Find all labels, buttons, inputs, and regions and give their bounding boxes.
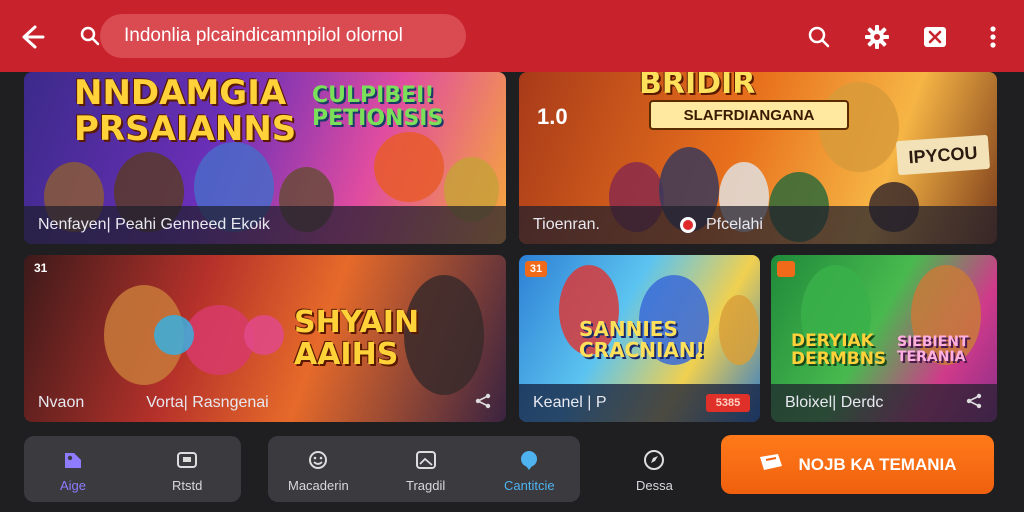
game-logo-title: SHYAIN AAIHS bbox=[294, 305, 420, 372]
image-icon bbox=[414, 448, 438, 472]
top-app-bar bbox=[0, 0, 1024, 72]
game-logo-subtitle: SIEBIENT TERANIA bbox=[897, 334, 969, 365]
nav-item-dessa[interactable]: Dessa bbox=[636, 448, 673, 493]
close-button[interactable] bbox=[918, 20, 952, 54]
nav-label: Cantitcie bbox=[504, 478, 555, 493]
game-card-3[interactable]: SHYAIN AAIHS 31 Nvaon Vorta| Rasngenai bbox=[24, 255, 506, 422]
gear-icon bbox=[865, 25, 889, 49]
card-caption: Nenfayen| Peahi Genneed Ekoik bbox=[24, 206, 506, 244]
game-card-4[interactable]: SANNIES CRACNIAN! 31 Keanel | P 5385 bbox=[519, 255, 760, 422]
more-options-button[interactable] bbox=[976, 20, 1010, 54]
search-field[interactable] bbox=[100, 14, 466, 58]
card-caption: Tioenran. Pfcelahi bbox=[519, 206, 997, 244]
card-title: Bloixel| Derdc bbox=[785, 394, 884, 411]
card-title: Keanel | P bbox=[533, 394, 607, 411]
cta-label: NOJB KA TEMANIA bbox=[798, 454, 957, 474]
nav-group-secondary: Macaderin Tragdil Cantitcie bbox=[268, 436, 580, 502]
more-vert-icon bbox=[990, 26, 996, 48]
corner-badge: 31 bbox=[34, 261, 48, 275]
game-card-5[interactable]: DERYIAK DERMBNS SIEBIENT TERANIA Bloixel… bbox=[771, 255, 997, 422]
card-caption: Bloixel| Derdc bbox=[771, 384, 997, 422]
smiley-icon bbox=[306, 448, 330, 472]
game-logo-title: SANNIES CRACNIAN! bbox=[579, 317, 705, 362]
nav-item-aige[interactable]: Aige bbox=[60, 448, 86, 493]
settings-button[interactable] bbox=[860, 20, 894, 54]
close-icon bbox=[924, 27, 946, 47]
share-icon[interactable] bbox=[965, 392, 983, 415]
game-logo-title: DERYIAK DERMBNS bbox=[791, 331, 887, 369]
corner-badge-icon bbox=[777, 261, 795, 277]
search-icon[interactable] bbox=[80, 26, 100, 46]
card-title: Nvaon bbox=[38, 394, 85, 411]
search-button[interactable] bbox=[802, 20, 836, 54]
nav-label: Rtstd bbox=[172, 478, 203, 493]
game-logo-subtitle: CULPIBEI! PETIONSIS bbox=[312, 83, 444, 132]
game-logo-banner: SLAFRDIANGANA bbox=[649, 100, 849, 130]
nav-item-tragdil[interactable]: Tragdil bbox=[406, 448, 445, 493]
nav-label: Macaderin bbox=[288, 478, 349, 493]
nav-label: Tragdil bbox=[406, 478, 446, 493]
card-subtitle: Vorta| Rasngenai bbox=[146, 394, 269, 411]
nav-group-primary: Aige Rtstd bbox=[24, 436, 241, 502]
toolbar-actions bbox=[802, 20, 1010, 54]
ticket-icon bbox=[758, 453, 784, 476]
corner-badge: 31 bbox=[525, 261, 547, 277]
search-input[interactable] bbox=[100, 14, 466, 58]
compass-icon bbox=[642, 448, 666, 472]
game-card-2[interactable]: BRIDIR SLAFRDIANGANA 1.0 IPYCOU Tioenran… bbox=[519, 72, 997, 244]
search-icon bbox=[808, 26, 830, 48]
card-title: Nenfayen| Peahi Genneed Ekoik bbox=[38, 216, 270, 233]
tv-icon bbox=[175, 448, 199, 472]
price-badge: 5385 bbox=[706, 394, 750, 412]
game-logo-title: BRIDIR bbox=[639, 72, 756, 101]
back-arrow-icon[interactable] bbox=[16, 22, 46, 52]
score-label: 1.0 bbox=[537, 104, 568, 129]
card-title: Tioenran. bbox=[533, 216, 600, 233]
nav-label: Dessa bbox=[636, 478, 673, 493]
nav-item-cantitcie[interactable]: Cantitcie bbox=[504, 448, 555, 493]
card-caption: Nvaon Vorta| Rasngenai bbox=[24, 384, 506, 422]
game-card-1[interactable]: NNDAMGIA PRSAIANNS CULPIBEI! PETIONSIS N… bbox=[24, 72, 506, 244]
card-subtitle: Pfcelahi bbox=[706, 216, 763, 233]
nav-item-macaderin[interactable]: Macaderin bbox=[288, 448, 349, 493]
card-caption: Keanel | P 5385 bbox=[519, 384, 760, 422]
record-icon bbox=[680, 217, 696, 233]
game-controller-icon bbox=[61, 448, 85, 472]
share-icon[interactable] bbox=[474, 392, 492, 415]
nav-item-rtstd[interactable]: Rtstd bbox=[172, 448, 202, 493]
game-tag: IPYCOU bbox=[895, 134, 991, 176]
chat-icon bbox=[517, 448, 541, 472]
primary-cta-button[interactable]: NOJB KA TEMANIA bbox=[721, 435, 994, 494]
nav-label: Aige bbox=[60, 478, 87, 493]
